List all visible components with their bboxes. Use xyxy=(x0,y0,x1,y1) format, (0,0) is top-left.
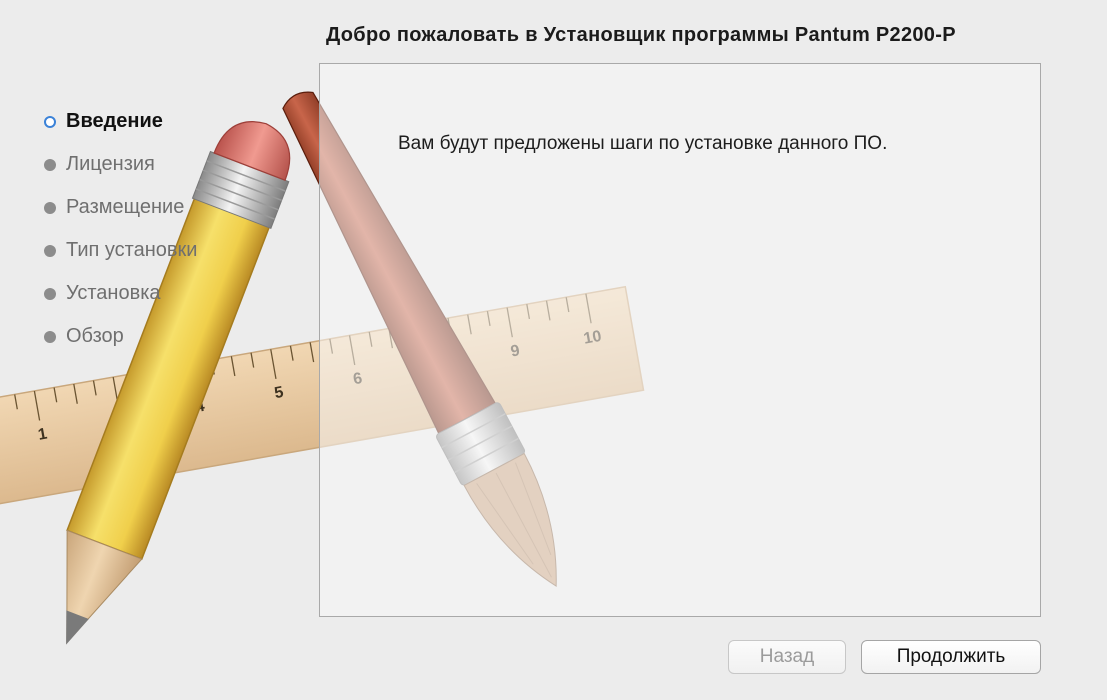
step-label: Тип установки xyxy=(66,239,198,261)
step-label: Установка xyxy=(66,282,161,304)
step-license: Лицензия xyxy=(44,143,284,186)
step-label: Введение xyxy=(66,110,163,132)
installer-steps: Введение Лицензия Размещение Тип установ… xyxy=(44,100,284,358)
step-current-bullet-icon xyxy=(44,115,56,128)
back-button[interactable]: Назад xyxy=(728,640,846,674)
installer-window: 1 4 5 6 9 10 xyxy=(0,0,1107,700)
step-bullet-icon xyxy=(44,287,56,300)
step-installation-type: Тип установки xyxy=(44,229,284,272)
step-installation: Установка xyxy=(44,272,284,315)
step-bullet-icon xyxy=(44,330,56,343)
continue-button[interactable]: Продолжить xyxy=(861,640,1041,674)
intro-text: Вам будут предложены шаги по установке д… xyxy=(398,133,888,154)
content-panel: Вам будут предложены шаги по установке д… xyxy=(319,63,1041,617)
step-label: Лицензия xyxy=(66,153,155,175)
ruler-number: 1 xyxy=(37,426,49,444)
ruler-number: 5 xyxy=(273,384,285,402)
step-bullet-icon xyxy=(44,158,56,171)
step-label: Обзор xyxy=(66,325,124,347)
step-introduction: Введение xyxy=(44,100,284,143)
step-summary: Обзор xyxy=(44,315,284,358)
step-destination: Размещение xyxy=(44,186,284,229)
ruler-number: 4 xyxy=(194,398,206,416)
step-label: Размещение xyxy=(66,196,185,218)
step-bullet-icon xyxy=(44,201,56,214)
installer-title: Добро пожаловать в Установщик программы … xyxy=(326,24,956,46)
step-bullet-icon xyxy=(44,244,56,257)
